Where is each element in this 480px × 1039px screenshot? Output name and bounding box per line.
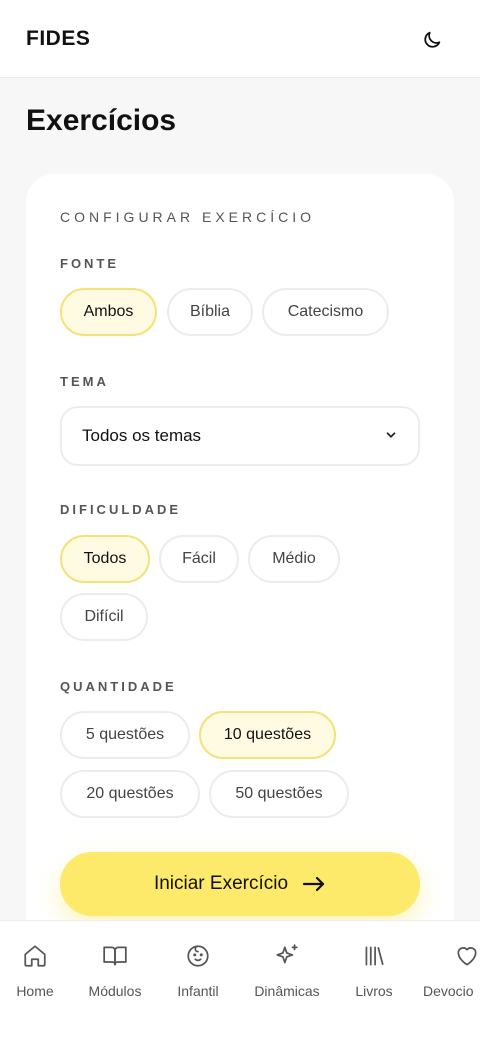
moon-icon (424, 31, 441, 48)
quantidade-option-50[interactable]: 50 questões (209, 770, 349, 818)
arrow-right-icon (302, 876, 325, 892)
card-heading: CONFIGURAR EXERCÍCIO (60, 209, 316, 225)
tema-label: TEMA (60, 374, 109, 389)
top-bar: FIDES (0, 0, 480, 78)
app-logo[interactable]: FIDES (26, 27, 90, 51)
nav-item-livros[interactable]: Livros (352, 943, 396, 1013)
chevron-down-icon (386, 432, 396, 438)
nav-item-home[interactable]: Home (14, 943, 56, 1013)
fonte-option-biblia[interactable]: Bíblia (167, 288, 253, 336)
dificuldade-label: DIFICULDADE (60, 502, 182, 517)
exercise-config-card: CONFIGURAR EXERCÍCIO FONTE Ambos Bíblia … (26, 174, 454, 954)
dificuldade-option-dificil[interactable]: Difícil (60, 593, 148, 641)
nav-label-dinamicas: Dinâmicas (254, 983, 320, 999)
tema-select[interactable]: Todos os temas (60, 406, 420, 466)
sparkles-icon (276, 944, 298, 964)
nav-label-modulos: Módulos (88, 983, 142, 999)
nav-label-livros: Livros (355, 983, 393, 999)
quantidade-option-5[interactable]: 5 questões (60, 711, 190, 759)
dificuldade-option-facil[interactable]: Fácil (159, 535, 239, 583)
bottom-navigation: Home Módulos Infantil Dinâmicas Livros D… (0, 920, 480, 1039)
baby-face-icon (187, 945, 209, 967)
nav-label-infantil: Infantil (177, 983, 219, 999)
nav-item-devocional[interactable]: Devocio (422, 943, 480, 1013)
dificuldade-option-todos[interactable]: Todos (60, 535, 150, 583)
nav-item-modulos[interactable]: Módulos (84, 943, 146, 1013)
book-open-icon (103, 946, 127, 966)
tema-select-value: Todos os temas (82, 426, 202, 445)
page-title: Exercícios (26, 104, 177, 137)
dificuldade-option-medio[interactable]: Médio (248, 535, 340, 583)
home-icon (24, 945, 46, 967)
fonte-option-ambos[interactable]: Ambos (60, 288, 157, 336)
quantidade-option-20[interactable]: 20 questões (60, 770, 200, 818)
quantidade-option-10[interactable]: 10 questões (199, 711, 336, 759)
nav-item-dinamicas[interactable]: Dinâmicas (250, 943, 324, 1013)
nav-label-home: Home (16, 983, 54, 999)
fonte-label: FONTE (60, 256, 120, 271)
quantidade-label: QUANTIDADE (60, 679, 177, 694)
heart-icon (457, 947, 477, 966)
start-exercise-label: Iniciar Exercício (153, 873, 289, 894)
theme-toggle-button[interactable] (420, 28, 444, 52)
nav-item-infantil[interactable]: Infantil (172, 943, 224, 1013)
library-icon (365, 946, 384, 966)
fonte-option-catecismo[interactable]: Catecismo (262, 288, 389, 336)
start-exercise-button[interactable]: Iniciar Exercício (60, 852, 420, 916)
nav-label-devocional: Devocio (423, 983, 474, 999)
